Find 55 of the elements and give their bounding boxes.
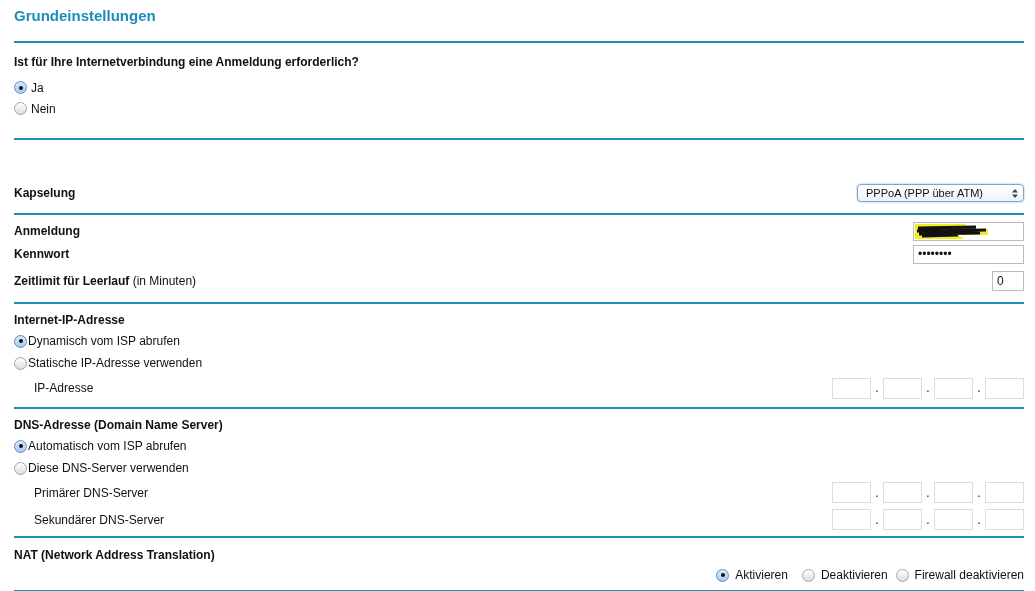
radio-button[interactable] — [14, 81, 27, 94]
field-label: Kennwort — [14, 246, 70, 263]
ip-octet-field[interactable] — [985, 377, 1024, 399]
option-label: Diese DNS-Server verwenden — [28, 460, 189, 477]
ip-octet-field[interactable] — [832, 377, 871, 399]
ip-octet-field[interactable] — [934, 509, 973, 530]
encapsulation-dropdown[interactable]: PPPoA (PPP über ATM) — [857, 184, 1024, 202]
radio-button[interactable] — [14, 439, 27, 453]
separator-dot: . — [925, 511, 931, 529]
field-label: IP-Adresse — [33, 380, 94, 397]
option-label: Deaktivieren — [820, 567, 888, 584]
section-heading: Internet-IP-Adresse — [14, 312, 125, 329]
separator-dot: . — [976, 511, 982, 529]
section-heading: DNS-Adresse (Domain Name Server) — [14, 417, 223, 434]
text-field[interactable]: •••••••• — [913, 244, 1024, 264]
option-label: Dynamisch vom ISP abrufen — [28, 333, 180, 350]
timeout-field[interactable]: 0 — [992, 270, 1024, 291]
option-label: Aktivieren — [735, 567, 788, 584]
separator-dot: . — [874, 484, 880, 502]
option-label: Ja — [31, 79, 44, 97]
ip-octet-field[interactable] — [832, 482, 871, 503]
option-label: Nein — [31, 100, 56, 118]
question-text: Ist für Ihre Internetverbindung eine Anmeldung erforderlich? — [14, 54, 359, 71]
ip-octet-field[interactable] — [832, 509, 871, 530]
option-label: Firewall deaktivieren — [914, 567, 1024, 584]
field-label: Zeitlimit für Leerlauf (in Minuten) — [14, 272, 197, 290]
field-label: Anmeldung — [14, 223, 80, 240]
separator-dot: . — [925, 380, 931, 397]
radio-button[interactable] — [14, 356, 27, 370]
separator-dot: . — [976, 484, 982, 502]
page-title: Grundeinstellungen — [14, 6, 157, 26]
updown-arrow-icon — [1012, 188, 1018, 198]
ip-octet-field[interactable] — [985, 509, 1024, 530]
ip-octet-field[interactable] — [934, 482, 973, 503]
radio-button[interactable] — [14, 461, 27, 475]
option-label: Automatisch vom ISP abrufen — [28, 438, 187, 455]
separator-dot: . — [976, 380, 982, 397]
radio-button[interactable] — [14, 334, 27, 348]
field-label: Kapselung — [14, 185, 76, 202]
ip-octet-field[interactable] — [985, 482, 1024, 503]
ip-octet-field[interactable] — [883, 377, 922, 399]
separator-dot: . — [874, 380, 880, 397]
field-label: Sekundärer DNS-Server — [33, 511, 165, 529]
separator-dot: . — [874, 511, 880, 529]
radio-button[interactable] — [895, 568, 909, 582]
ip-octet-field[interactable] — [934, 377, 973, 399]
radio-button[interactable] — [14, 102, 27, 115]
section-heading: NAT (Network Address Translation) — [14, 547, 215, 564]
separator-dot: . — [925, 484, 931, 502]
option-label: Statische IP-Adresse verwenden — [28, 355, 203, 372]
radio-button[interactable] — [716, 568, 730, 582]
field-label: Primärer DNS-Server — [33, 484, 148, 502]
ip-octet-field[interactable] — [883, 482, 922, 503]
radio-button[interactable] — [801, 568, 815, 582]
ip-octet-field[interactable] — [883, 509, 922, 530]
